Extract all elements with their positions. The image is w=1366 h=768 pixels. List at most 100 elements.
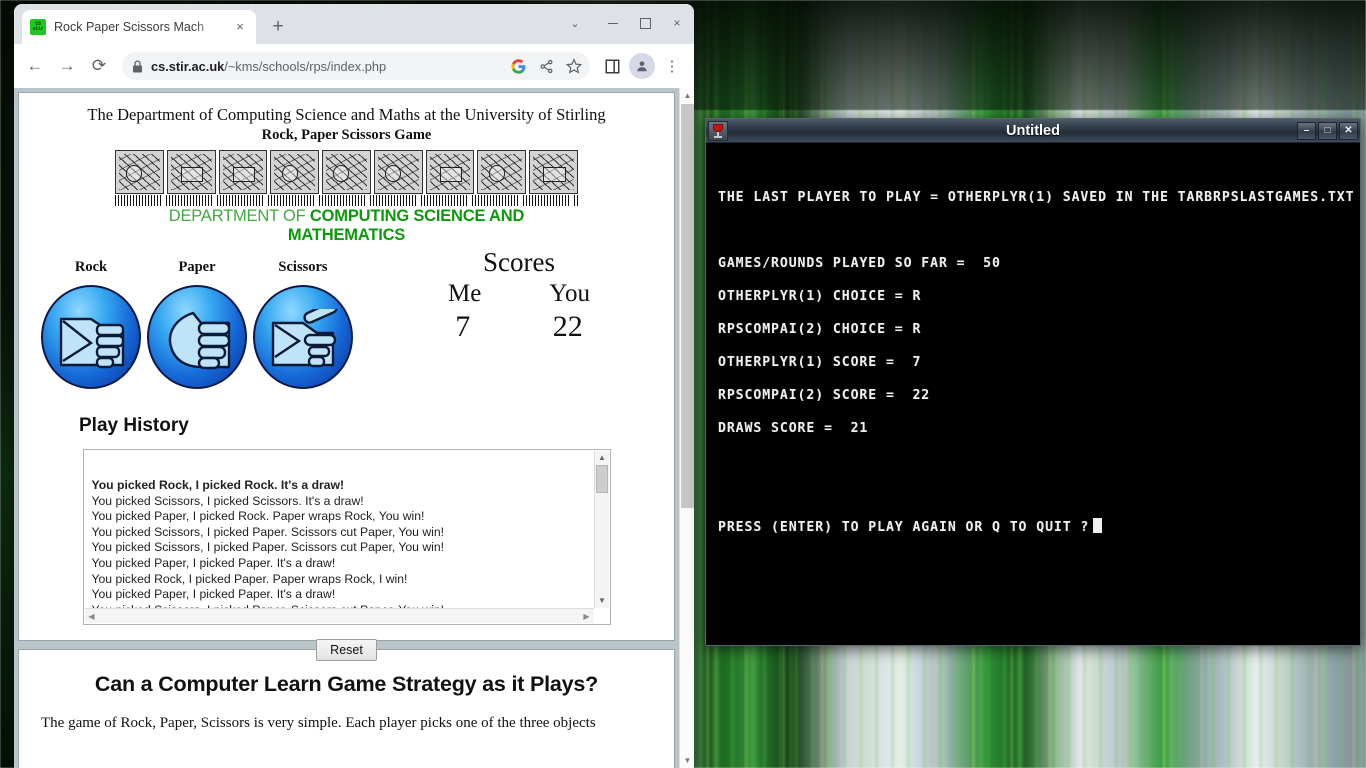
terminal-close-button[interactable]: ✕	[1339, 122, 1358, 140]
scores-title: Scores	[414, 247, 624, 278]
article-paragraph: The game of Rock, Paper, Scissors is ver…	[41, 715, 652, 732]
reload-icon[interactable]: ⟳	[84, 51, 114, 81]
history-line: You picked Scissors, I picked Scissors. …	[92, 494, 592, 510]
scores-values: 7 22	[414, 310, 624, 344]
article-card: Can a Computer Learn Game Strategy as it…	[18, 649, 675, 768]
terminal-line: RPSCOMPAI(2) CHOICE = R	[718, 313, 1360, 346]
share-icon[interactable]	[534, 54, 558, 78]
department-label: DEPARTMENT OF COMPUTING SCIENCE AND MATH…	[115, 207, 578, 245]
flat-hand-icon	[163, 309, 235, 371]
terminal-line-blank	[718, 214, 1360, 247]
history-scroll-up-icon[interactable]: ▲	[595, 451, 610, 465]
terminal-line: DRAWS SCORE = 21	[718, 412, 1360, 445]
scores-names: Me You	[414, 280, 624, 308]
terminal-line-blank	[718, 445, 1360, 478]
choice-paper[interactable]: Paper	[145, 259, 249, 389]
dept-bold: COMPUTING SCIENCE AND MATHEMATICS	[288, 207, 524, 244]
tab-title: Rock Paper Scissors Mach	[54, 20, 224, 34]
history-horizontal-scrollbar[interactable]: ◀ ▶	[85, 608, 594, 623]
banner-panel-icon	[219, 150, 268, 194]
page-scrollbar[interactable]: ▲ ▼	[679, 88, 694, 768]
game-card: The Department of Computing Science and …	[18, 92, 675, 641]
new-tab-button[interactable]: +	[264, 13, 292, 41]
play-history-heading: Play History	[79, 415, 664, 437]
toolbar-right-icons: ⋮	[598, 52, 688, 80]
address-bar[interactable]: cs.stir.ac.uk/~kms/schools/rps/index.php	[122, 52, 590, 80]
wine-console-window: Untitled – □ ✕ THE LAST PLAYER TO PLAY =…	[705, 118, 1361, 646]
tab-strip: CS stir Rock Paper Scissors Mach × + ⌄ ×	[14, 4, 694, 44]
banner-panels	[115, 150, 578, 194]
play-history-box[interactable]: You picked Rock, I picked Rock. It's a d…	[83, 449, 611, 625]
window-maximize-button[interactable]	[630, 10, 660, 36]
article-heading: Can a Computer Learn Game Strategy as it…	[41, 672, 652, 697]
terminal-title-bar[interactable]: Untitled – □ ✕	[706, 119, 1360, 143]
history-line: You picked Rock, I picked Paper. Paper w…	[92, 572, 592, 588]
choice-rock[interactable]: Rock	[39, 259, 143, 389]
google-icon[interactable]	[506, 54, 530, 78]
history-line: You picked Paper, I picked Paper. It's a…	[92, 556, 592, 572]
terminal-title: Untitled	[706, 123, 1360, 139]
window-close-button[interactable]: ×	[662, 10, 692, 36]
paper-button[interactable]	[147, 285, 247, 389]
forward-icon[interactable]: →	[52, 51, 82, 81]
banner-barcode-strip	[115, 195, 578, 206]
bookmark-star-icon[interactable]	[562, 54, 586, 78]
tab-search-icon[interactable]: ⌄	[560, 10, 590, 36]
scissors-button[interactable]	[253, 285, 353, 389]
choice-scissors[interactable]: Scissors	[251, 259, 355, 389]
page-scroll-down-icon[interactable]: ▼	[680, 753, 694, 768]
site-favicon-icon: CS stir	[30, 19, 46, 35]
history-line: You picked Rock, I picked Rock. It's a d…	[92, 478, 592, 494]
rock-button[interactable]	[41, 285, 141, 389]
fist-icon	[57, 309, 129, 371]
site-subtitle: Rock, Paper Scissors Game	[29, 127, 664, 144]
terminal-line: GAMES/ROUNDS PLAYED SO FAR = 50	[718, 247, 1360, 280]
history-vertical-scrollbar[interactable]: ▲ ▼	[594, 451, 609, 608]
tab-close-icon[interactable]: ×	[232, 19, 248, 35]
profile-avatar-button[interactable]	[628, 52, 656, 80]
score-you-value: 22	[553, 310, 583, 344]
history-scroll-left-icon[interactable]: ◀	[85, 609, 99, 624]
lock-icon	[132, 60, 143, 73]
side-panel-icon[interactable]	[598, 52, 626, 80]
reset-button[interactable]: Reset	[316, 639, 377, 661]
history-scroll-down-icon[interactable]: ▼	[595, 594, 610, 608]
terminal-line: THE LAST PLAYER TO PLAY = OTHERPLYR(1) S…	[718, 181, 1360, 214]
choice-row: Rock	[29, 259, 664, 409]
banner-panel-icon	[374, 150, 423, 194]
terminal-output[interactable]: THE LAST PLAYER TO PLAY = OTHERPLYR(1) S…	[706, 143, 1360, 645]
banner-panel-icon	[426, 150, 475, 194]
chrome-browser-window: CS stir Rock Paper Scissors Mach × + ⌄ ×…	[14, 4, 694, 768]
favicon-bottom-text: stir	[33, 27, 44, 32]
avatar	[629, 53, 655, 79]
history-scroll-right-icon[interactable]: ▶	[580, 609, 594, 624]
banner-panel-icon	[529, 150, 578, 194]
history-line: You picked Paper, I picked Paper. It's a…	[92, 587, 592, 603]
url-host: cs.stir.ac.uk	[151, 59, 224, 74]
terminal-prompt-text: PRESS (ENTER) TO PLAY AGAIN OR Q TO QUIT…	[718, 520, 1089, 535]
page-scroll-thumb[interactable]	[681, 104, 694, 508]
terminal-line: OTHERPLYR(1) SCORE = 7	[718, 346, 1360, 379]
banner-panel-icon	[477, 150, 526, 194]
window-minimize-button[interactable]	[598, 10, 628, 36]
back-icon[interactable]: ←	[20, 51, 50, 81]
terminal-minimize-button[interactable]: –	[1297, 122, 1316, 140]
scoreboard: Scores Me You 7 22	[414, 247, 624, 344]
browser-tab[interactable]: CS stir Rock Paper Scissors Mach ×	[22, 10, 256, 44]
page-scroll-up-icon[interactable]: ▲	[680, 88, 694, 103]
choice-label: Scissors	[251, 259, 355, 276]
banner-panel-icon	[322, 150, 371, 194]
terminal-line: OTHERPLYR(1) CHOICE = R	[718, 280, 1360, 313]
terminal-window-controls: – □ ✕	[1297, 122, 1360, 140]
terminal-line: RPSCOMPAI(2) SCORE = 22	[718, 379, 1360, 412]
browser-toolbar: ← → ⟳ cs.stir.ac.uk/~kms/schools/rps/ind…	[14, 44, 694, 88]
play-history-list: You picked Rock, I picked Rock. It's a d…	[92, 478, 592, 608]
site-title: The Department of Computing Science and …	[29, 105, 664, 125]
page-content: The Department of Computing Science and …	[14, 88, 679, 768]
chrome-menu-icon[interactable]: ⋮	[658, 52, 686, 80]
history-scroll-thumb[interactable]	[596, 465, 608, 493]
terminal-maximize-button[interactable]: □	[1318, 122, 1337, 140]
url-text: cs.stir.ac.uk/~kms/schools/rps/index.php	[151, 59, 386, 74]
terminal-cursor	[1093, 518, 1102, 533]
page-viewport: The Department of Computing Science and …	[14, 88, 694, 768]
